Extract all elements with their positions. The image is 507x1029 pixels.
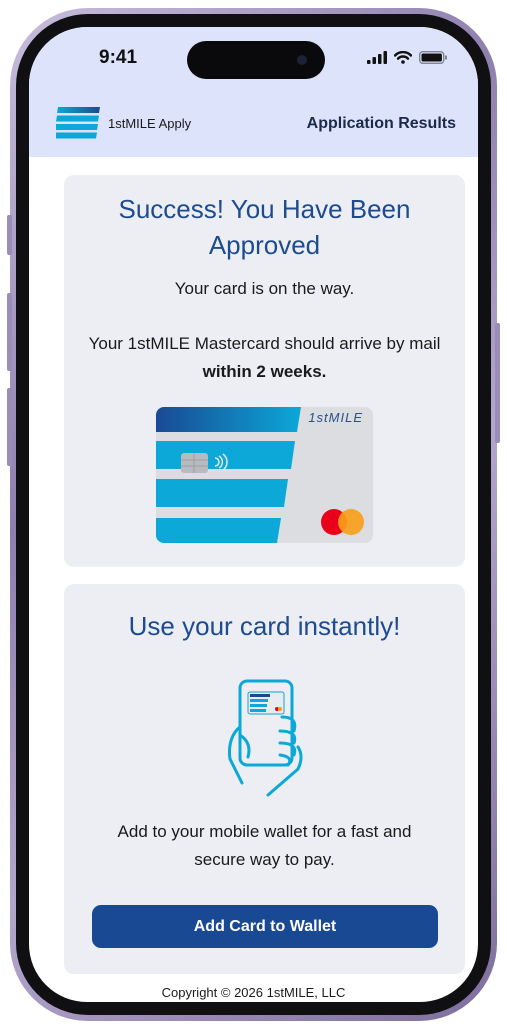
approval-panel: Success! You Have Been Approved Your car… <box>64 175 465 567</box>
card-artwork <box>156 407 364 543</box>
status-icons <box>367 51 448 64</box>
copyright: Copyright © 2026 1stMILE, LLC <box>161 985 346 1000</box>
brand-name: 1stMILE Apply <box>108 115 192 131</box>
credit-card-image: 1stMILE <box>156 407 373 543</box>
volume-down-button <box>7 388 12 466</box>
arrival-emphasis: within 2 weeks. <box>202 362 327 381</box>
card-brand-name: 1stMILE <box>308 410 363 425</box>
action-button <box>7 215 12 255</box>
approval-title: Success! You Have Been Approved <box>118 194 411 260</box>
battery-icon <box>419 51 447 64</box>
screen: 9:41 1stMILE Apply Application Results S… <box>29 27 478 1002</box>
wifi-icon <box>394 51 412 64</box>
camera-icon <box>297 55 307 65</box>
phone-in-hand-icon <box>228 679 303 797</box>
wallet-description: Add to your mobile wallet for a fast and… <box>117 822 412 869</box>
add-card-to-wallet-button[interactable]: Add Card to Wallet <box>92 905 438 948</box>
status-time: 9:41 <box>99 47 138 68</box>
phone-frame: 9:41 1stMILE Apply Application Results S… <box>7 8 500 1021</box>
wallet-title: Use your card instantly! <box>128 611 401 641</box>
dynamic-island <box>187 41 325 79</box>
brand[interactable]: 1stMILE Apply <box>56 107 191 139</box>
arrival-text: Your 1stMILE Mastercard should arrive by… <box>88 334 441 353</box>
approval-subtitle: Your card is on the way. <box>174 279 355 298</box>
page-title: Application Results <box>306 115 456 132</box>
1stmile-logo-icon <box>56 107 100 139</box>
arrival-message: Your 1stMILE Mastercard should arrive by… <box>80 330 449 386</box>
volume-up-button <box>7 293 12 371</box>
wallet-panel: Use your card instantly! Add to your mob… <box>64 584 465 974</box>
cellular-signal-icon <box>367 51 387 64</box>
power-button <box>495 323 500 443</box>
